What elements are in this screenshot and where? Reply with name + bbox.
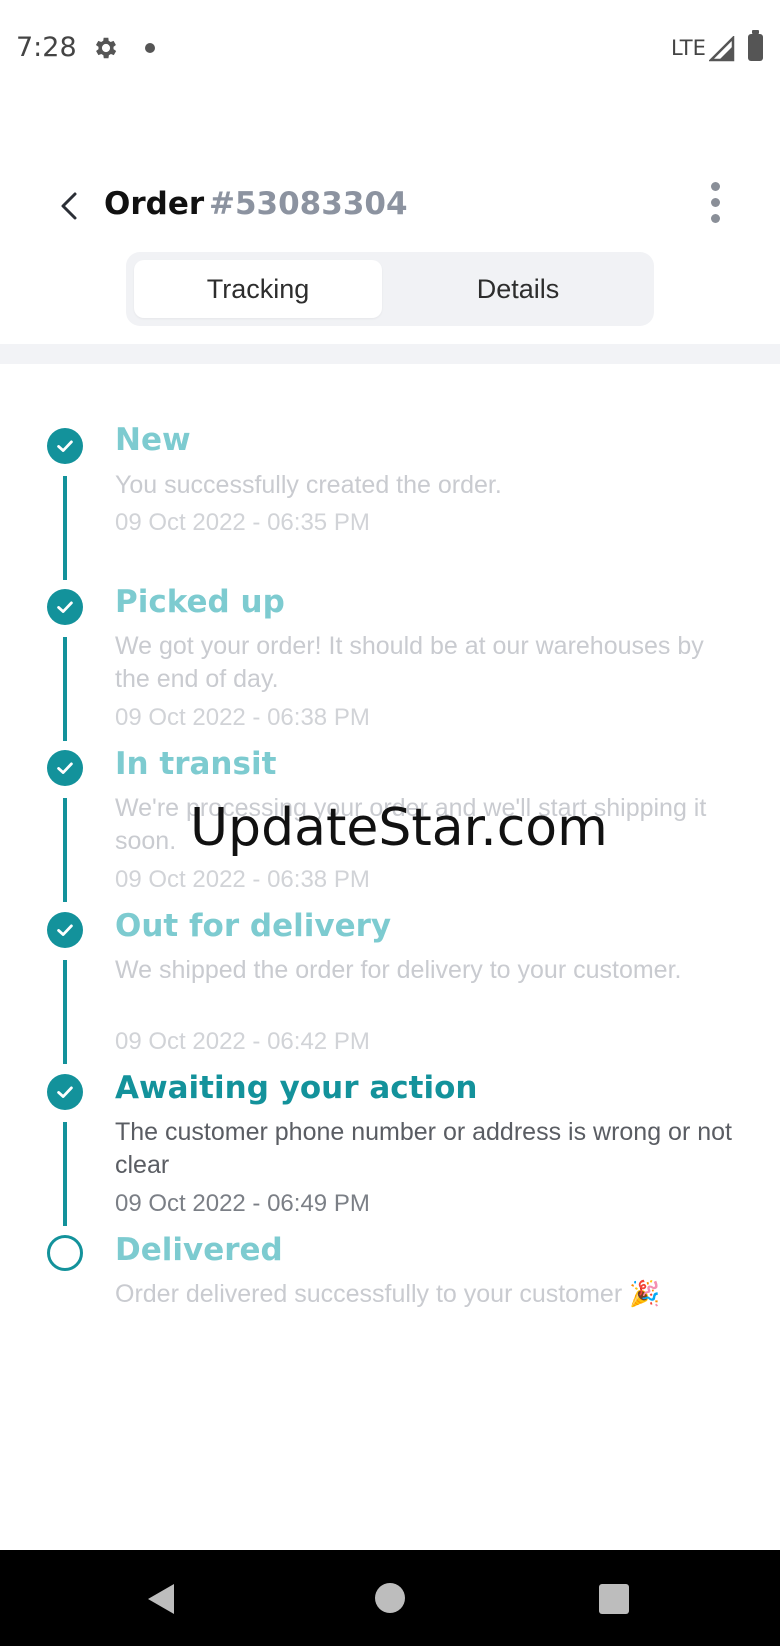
check-circle-icon (47, 750, 83, 786)
timeline-connector (63, 476, 67, 580)
step-description: The customer phone number or address is … (115, 1118, 732, 1179)
tab-tracking[interactable]: Tracking (134, 260, 382, 318)
notification-dot-icon (145, 43, 155, 53)
timeline-connector (63, 960, 67, 1064)
timeline-connector (63, 798, 67, 902)
step-title: New (115, 422, 191, 458)
back-button[interactable] (50, 186, 90, 226)
nav-recents-button[interactable] (599, 1584, 629, 1614)
step-title: Out for delivery (115, 908, 392, 944)
check-circle-icon (47, 428, 83, 464)
header: Order #53083304 (0, 170, 780, 242)
more-options-button[interactable] (698, 178, 734, 230)
triangle-back-icon (148, 1584, 174, 1614)
timeline-connector (63, 637, 67, 741)
page-title: Order (104, 186, 205, 222)
step-timestamp: 09 Oct 2022 - 06:49 PM (115, 1190, 370, 1217)
nav-home-button[interactable] (375, 1583, 405, 1613)
step-title: Awaiting your action (115, 1070, 478, 1106)
chevron-left-icon (61, 192, 77, 220)
tab-bar: Tracking Details (126, 252, 654, 326)
step-timestamp: 09 Oct 2022 - 06:35 PM (115, 509, 370, 536)
nav-back-button[interactable] (146, 1582, 176, 1616)
step-title: Picked up (115, 584, 285, 620)
status-time: 7:28 (16, 32, 77, 63)
step-description: We shipped the order for delivery to you… (115, 956, 682, 984)
order-number: #53083304 (209, 186, 408, 222)
check-circle-icon (47, 589, 83, 625)
step-timestamp: 09 Oct 2022 - 06:42 PM (115, 1028, 370, 1055)
signal-icon (707, 34, 735, 62)
check-circle-icon (47, 912, 83, 948)
divider (0, 344, 780, 364)
gear-icon (92, 34, 120, 62)
step-description: You successfully created the order. (115, 471, 502, 499)
step-timestamp: 09 Oct 2022 - 06:38 PM (115, 866, 370, 893)
step-title: Delivered (115, 1232, 283, 1268)
network-label: LTE (671, 36, 706, 60)
step-title: In transit (115, 746, 277, 782)
system-nav-bar (0, 1550, 780, 1646)
check-circle-icon (47, 1074, 83, 1110)
empty-circle-icon (47, 1235, 83, 1271)
tab-details[interactable]: Details (394, 260, 642, 318)
step-timestamp: 09 Oct 2022 - 06:38 PM (115, 704, 370, 731)
step-description: Order delivered successfully to your cus… (115, 1280, 661, 1308)
watermark: UpdateStar.com (190, 798, 608, 858)
battery-icon (748, 30, 763, 61)
step-description: We got your order! It should be at our w… (115, 632, 704, 693)
more-vertical-icon (711, 182, 720, 191)
timeline-connector (63, 1122, 67, 1226)
status-bar: 7:28 LTE (0, 0, 780, 96)
